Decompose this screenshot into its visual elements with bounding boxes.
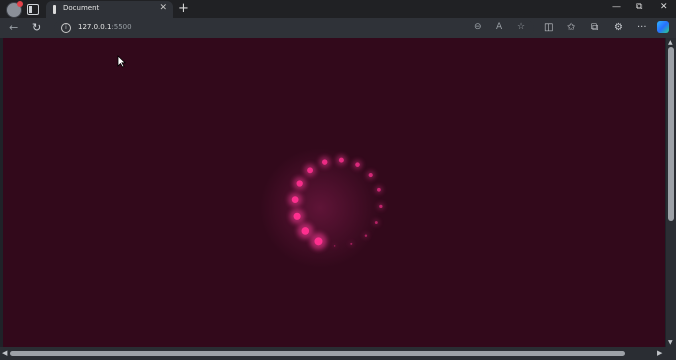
vertical-scrollbar[interactable]: ▲ ▼ (666, 38, 676, 347)
spinner-dot (366, 170, 376, 180)
minimize-button[interactable]: — (612, 2, 621, 12)
page-favicon-icon (53, 5, 56, 14)
tab-document[interactable]: Document ✕ (46, 1, 173, 18)
url-text[interactable]: 127.0.0.1:5500 (78, 23, 132, 31)
horizontal-scrollbar[interactable]: ◀ ▶ (0, 347, 666, 360)
spinner-dot (289, 208, 305, 224)
new-tab-button[interactable]: + (178, 1, 189, 16)
scrollbar-corner (666, 347, 676, 360)
spinner-dot (297, 222, 314, 239)
spinner-dot (319, 156, 331, 168)
spinner-dot (332, 244, 337, 248)
spinner-dot (352, 159, 363, 170)
restore-button[interactable]: ⧉ (636, 2, 642, 12)
url-host: 127.0.0.1 (78, 23, 112, 31)
more-menu-icon[interactable]: ··· (637, 21, 647, 34)
favorites-icon[interactable]: ✩ (567, 21, 575, 34)
tab-title: Document (63, 4, 100, 12)
read-aloud-icon[interactable]: A (496, 22, 502, 32)
copilot-icon[interactable] (657, 21, 669, 33)
tab-strip: Document ✕ + — ⧉ ✕ (0, 0, 676, 18)
favorite-star-icon[interactable]: ☆ (517, 22, 525, 32)
back-button[interactable]: ← (9, 21, 18, 34)
close-window-button[interactable]: ✕ (660, 2, 668, 12)
spinner-dot (374, 185, 383, 194)
spinner-dot (293, 176, 307, 191)
page-viewport (3, 38, 665, 347)
mouse-cursor-icon (117, 55, 126, 68)
scroll-down-icon[interactable]: ▼ (668, 339, 673, 346)
browser-toolbar: ← ↻ i 127.0.0.1:5500 ⊖ A ☆ ◫ ✩ ⧉ ⚙ ··· (0, 18, 676, 38)
spinner-dot (363, 233, 369, 239)
spinner-dot (310, 232, 327, 250)
scroll-up-icon[interactable]: ▲ (668, 39, 673, 46)
scroll-left-icon[interactable]: ◀ (2, 349, 7, 357)
collections-icon[interactable]: ⧉ (591, 21, 598, 34)
spinner-dot (349, 241, 354, 247)
address-bar[interactable]: i 127.0.0.1:5500 ⊖ A ☆ (54, 20, 534, 36)
close-tab-icon[interactable]: ✕ (159, 3, 167, 13)
extensions-icon[interactable]: ⚙ (614, 21, 623, 34)
horizontal-scroll-thumb[interactable] (10, 351, 625, 356)
site-info-icon[interactable]: i (61, 23, 71, 33)
split-screen-icon[interactable]: ◫ (544, 21, 553, 34)
loading-spinner (260, 148, 385, 268)
spinner-dot (377, 202, 385, 210)
zoom-icon[interactable]: ⊖ (474, 22, 482, 32)
url-port: :5500 (111, 23, 132, 31)
spinner-dot (303, 164, 317, 177)
reload-button[interactable]: ↻ (32, 21, 41, 34)
profile-avatar[interactable] (6, 1, 23, 18)
spinner-dot (373, 219, 380, 226)
spinner-dot (336, 154, 347, 166)
vertical-scroll-thumb[interactable] (668, 47, 674, 221)
scroll-right-icon[interactable]: ▶ (657, 349, 662, 357)
tab-actions-icon[interactable] (27, 4, 39, 15)
spinner-dot (288, 192, 303, 207)
